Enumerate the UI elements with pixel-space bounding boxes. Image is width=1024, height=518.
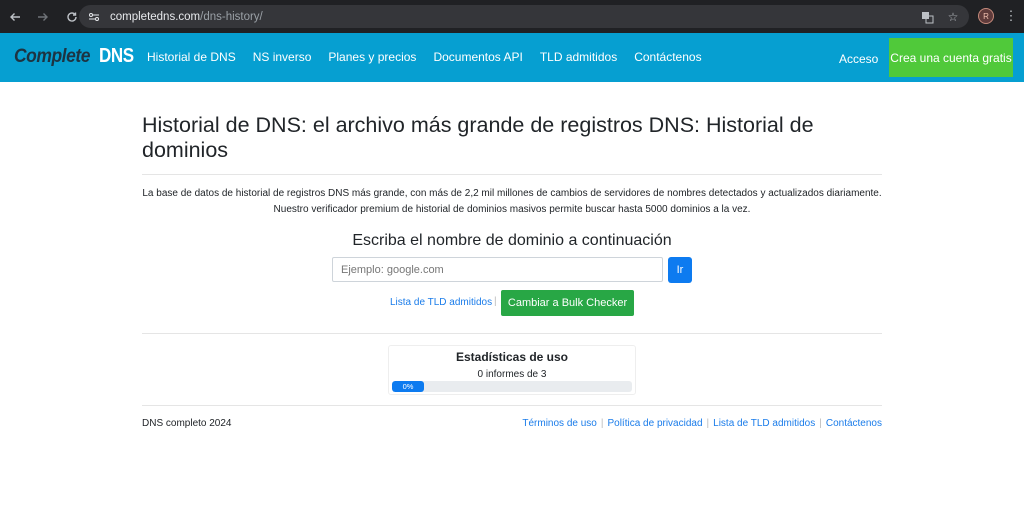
footer-link-contact[interactable]: Contáctenos [826, 418, 882, 429]
back-icon[interactable] [3, 5, 27, 29]
url-path: /dns-history/ [200, 10, 263, 23]
nav-links: Historial de DNS NS inverso Planes y pre… [147, 50, 719, 64]
nav-link-api-docs[interactable]: Documentos API [433, 50, 522, 64]
stats-count: 0 informes de 3 [477, 369, 547, 380]
search-go-button[interactable]: Ir [668, 257, 692, 283]
footer-link-privacy[interactable]: Política de privacidad [607, 418, 702, 429]
browser-menu-icon[interactable]: ⋮ [1003, 7, 1019, 25]
bulk-checker-button[interactable]: Cambiar a Bulk Checker [501, 290, 634, 316]
footer-separator: | [600, 418, 604, 429]
intro-text: La base de datos de historial de registr… [142, 186, 882, 217]
stats-title: Estadísticas de uso [455, 350, 569, 364]
footer-separator: | [819, 418, 822, 429]
brand-text-dns: DNS [98, 45, 134, 67]
progress-label: 0% [402, 382, 414, 391]
footer-link-tlds[interactable]: Lista de TLD admitidos [713, 418, 815, 429]
signup-button[interactable]: Crea una cuenta gratis [889, 38, 1013, 77]
footer-link-terms[interactable]: Términos de uso [522, 418, 596, 429]
copyright-text: DNS completo 2024 [142, 418, 232, 429]
brand-text-complete: Complete [14, 46, 90, 67]
usage-progress-bar: 0% [392, 381, 632, 392]
divider [142, 333, 882, 334]
nav-link-contact[interactable]: Contáctenos [634, 50, 701, 64]
domain-search-input[interactable] [332, 257, 663, 282]
footer-separator: | [706, 418, 710, 429]
bookmark-star-icon[interactable]: ☆ [943, 7, 963, 27]
intro-line-1: La base de datos de historial de registr… [142, 188, 882, 199]
tld-list-link[interactable]: Lista de TLD admitidos [390, 297, 492, 308]
nav-link-dns-history[interactable]: Historial de DNS [147, 50, 236, 64]
url-host: completedns.com [110, 10, 201, 23]
footer-links: Términos de uso | Política de privacidad… [522, 418, 882, 429]
address-bar[interactable]: completedns.com/dns-history/ ☆ [79, 5, 969, 28]
browser-toolbar: completedns.com/dns-history/ ☆ R ⋮ [0, 0, 1024, 33]
nav-link-reverse-ns[interactable]: NS inverso [253, 50, 312, 64]
url-text: completedns.com/dns-history/ [110, 11, 263, 23]
search-heading: Escriba el nombre de dominio a continuac… [352, 232, 672, 249]
usage-stats-card: Estadísticas de uso 0 informes de 3 0% [388, 345, 636, 395]
site-info-icon[interactable] [86, 9, 102, 25]
link-separator: | [494, 296, 497, 307]
forward-icon[interactable] [31, 5, 55, 29]
divider [142, 405, 882, 406]
nav-link-supported-tlds[interactable]: TLD admitidos [540, 50, 617, 64]
translate-icon[interactable] [917, 7, 937, 27]
divider [142, 174, 882, 175]
intro-line-2: Nuestro verificador premium de historial… [273, 203, 751, 215]
site-navbar: Complete DNS Historial de DNS NS inverso… [0, 33, 1024, 82]
login-link[interactable]: Acceso [839, 52, 878, 66]
brand-logo[interactable]: Complete DNS [14, 45, 139, 68]
page-title: Historial de DNS: el archivo más grande … [142, 113, 814, 162]
nav-link-pricing[interactable]: Planes y precios [328, 50, 416, 64]
profile-avatar[interactable]: R [978, 8, 994, 24]
